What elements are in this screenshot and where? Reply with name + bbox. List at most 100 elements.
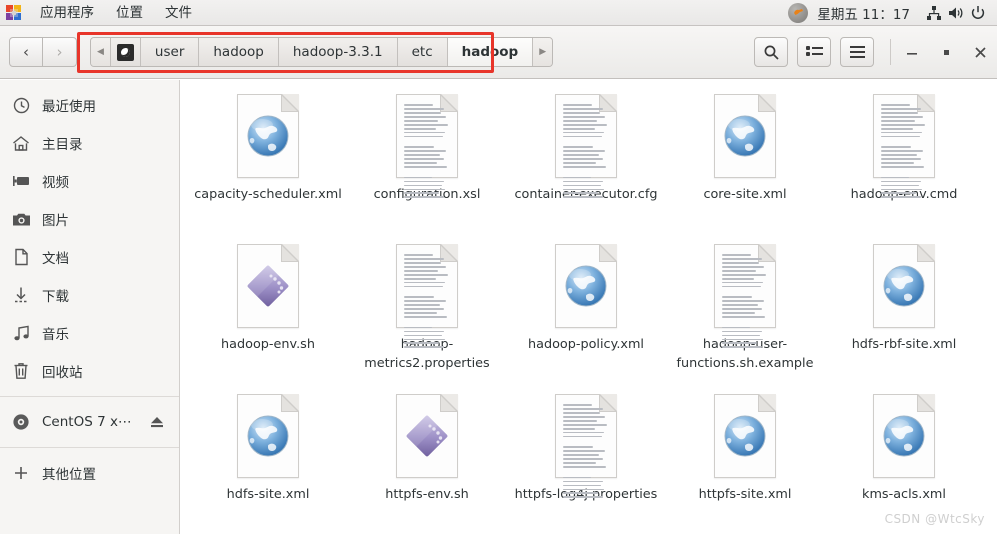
network-icon[interactable] (923, 0, 945, 26)
page-fold-corner (281, 395, 298, 412)
xml-globe-icon (873, 244, 935, 328)
sidebar: 最近使用 主目录 视频 图片 文档 下载 音乐 回收站 CentOS 7 x⋯ … (0, 80, 180, 534)
sidebar-item-centos-disc[interactable]: CentOS 7 x⋯ (0, 403, 179, 441)
home-icon (10, 132, 32, 154)
sidebar-item-videos[interactable]: 视频 (0, 162, 179, 200)
gnome-top-panel: 应用程序 位置 文件 星期五 11：17 (0, 0, 997, 26)
filesystem-icon (116, 43, 134, 61)
music-icon (10, 322, 32, 344)
breadcrumb-item-hadoop-331[interactable]: hadoop-3.3.1 (278, 38, 398, 66)
breadcrumb-filesystem-root[interactable] (110, 38, 141, 66)
video-icon (10, 170, 32, 192)
window-body: 最近使用 主目录 视频 图片 文档 下载 音乐 回收站 CentOS 7 x⋯ … (0, 80, 997, 534)
file-item[interactable]: hdfs-rbf-site.xml (825, 238, 983, 388)
panel-menu-applications[interactable]: 应用程序 (29, 0, 105, 26)
sidebar-item-recent[interactable]: 最近使用 (0, 86, 179, 124)
sidebar-item-label: 图片 (42, 213, 69, 229)
sidebar-item-trash[interactable]: 回收站 (0, 352, 179, 390)
panel-menu-places[interactable]: 位置 (105, 0, 154, 26)
file-item[interactable]: hadoop-metrics2.properties (348, 238, 506, 388)
camera-icon (10, 208, 32, 230)
file-name-label: capacity-scheduler.xml (194, 187, 342, 202)
file-name-label: kms-acls.xml (862, 487, 946, 502)
page-fold-corner (917, 95, 934, 112)
back-button[interactable]: ‹ (9, 37, 43, 67)
file-item[interactable]: capacity-scheduler.xml (189, 88, 347, 238)
sidebar-item-downloads[interactable]: 下载 (0, 276, 179, 314)
system-indicator-icon[interactable] (787, 0, 809, 26)
xml-globe-icon (237, 94, 299, 178)
minimize-button[interactable] (895, 32, 929, 72)
file-item[interactable]: container-executor.cfg (507, 88, 665, 238)
text-preview-lines (881, 104, 927, 199)
volume-icon[interactable] (945, 0, 967, 26)
file-name-label: core-site.xml (703, 187, 787, 202)
sidebar-item-home[interactable]: 主目录 (0, 124, 179, 162)
globe-graphic (247, 115, 289, 157)
breadcrumb-item-etc[interactable]: etc (397, 38, 448, 66)
file-name-label: hdfs-rbf-site.xml (851, 337, 957, 352)
forward-button[interactable]: › (43, 37, 77, 67)
sidebar-divider (0, 447, 179, 448)
sidebar-item-label: 视频 (42, 175, 69, 191)
file-item[interactable]: httpfs-log4j.properties (507, 388, 665, 534)
file-item[interactable]: hadoop-env.cmd (825, 88, 983, 238)
breadcrumb-item-user[interactable]: user (140, 38, 200, 66)
hamburger-menu-icon (849, 46, 865, 58)
globe-graphic (883, 265, 925, 307)
close-button[interactable] (963, 32, 997, 72)
panel-right-group: 星期五 11：17 (787, 0, 997, 25)
sidebar-item-label: 主目录 (42, 137, 83, 153)
forward-chevron-icon: › (56, 42, 63, 61)
menu-button[interactable] (840, 37, 874, 67)
file-item[interactable]: core-site.xml (666, 88, 824, 238)
file-name-label: httpfs-site.xml (698, 487, 792, 502)
view-list-button[interactable] (797, 37, 831, 67)
file-item[interactable]: hdfs-site.xml (189, 388, 347, 534)
file-item[interactable]: configuration.xsl (348, 88, 506, 238)
search-icon (764, 45, 779, 60)
search-button[interactable] (754, 37, 788, 67)
maximize-icon (944, 50, 949, 55)
file-list-view[interactable]: capacity-scheduler.xml configuration.xsl… (180, 80, 997, 534)
close-icon (974, 46, 986, 58)
file-name-label: hadoop-env.sh (221, 337, 315, 352)
minimize-icon (907, 53, 917, 55)
file-item[interactable]: hadoop-policy.xml (507, 238, 665, 388)
page-fold-corner (281, 95, 298, 112)
panel-clock[interactable]: 星期五 11：17 (817, 3, 910, 23)
sidebar-item-music[interactable]: 音乐 (0, 314, 179, 352)
breadcrumb: ◀ user hadoop hadoop-3.3.1 etc hadoop ▶ (77, 32, 554, 73)
file-item[interactable]: httpfs-env.sh (348, 388, 506, 534)
eject-icon[interactable] (149, 415, 165, 429)
file-item[interactable]: httpfs-site.xml (666, 388, 824, 534)
text-preview-lines (722, 254, 768, 349)
maximize-button[interactable] (929, 32, 963, 72)
breadcrumb-item-hadoop[interactable]: hadoop (199, 38, 279, 66)
breadcrumb-next-button[interactable]: ▶ (533, 38, 553, 66)
panel-menu-files[interactable]: 文件 (154, 0, 203, 26)
sidebar-item-label: 其他位置 (42, 467, 96, 483)
xml-globe-icon (873, 394, 935, 478)
text-preview-lines (404, 254, 450, 349)
page-fold-corner (440, 95, 457, 112)
window-headerbar: ‹ › ◀ user hadoop hadoop-3.3.1 etc hadoo… (0, 26, 997, 79)
page-fold-corner (440, 245, 457, 262)
globe-graphic (724, 115, 766, 157)
globe-graphic (565, 265, 607, 307)
file-item[interactable]: hadoop-env.sh (189, 238, 347, 388)
file-item[interactable]: hadoop-user-functions.sh.example (666, 238, 824, 388)
page-fold-corner (281, 245, 298, 262)
sidebar-item-pictures[interactable]: 图片 (0, 200, 179, 238)
clock-icon (10, 94, 32, 116)
breadcrumb-item-hadoop-current[interactable]: hadoop (447, 38, 534, 66)
text-document-icon (555, 394, 617, 499)
power-icon[interactable] (967, 0, 989, 26)
list-view-icon (805, 45, 823, 56)
breadcrumb-prev-button[interactable]: ◀ (91, 38, 111, 66)
sidebar-item-other-locations[interactable]: 其他位置 (0, 454, 179, 492)
sidebar-item-documents[interactable]: 文档 (0, 238, 179, 276)
page-fold-corner (758, 395, 775, 412)
text-preview-lines (563, 404, 609, 499)
file-name-label: hdfs-site.xml (226, 487, 310, 502)
